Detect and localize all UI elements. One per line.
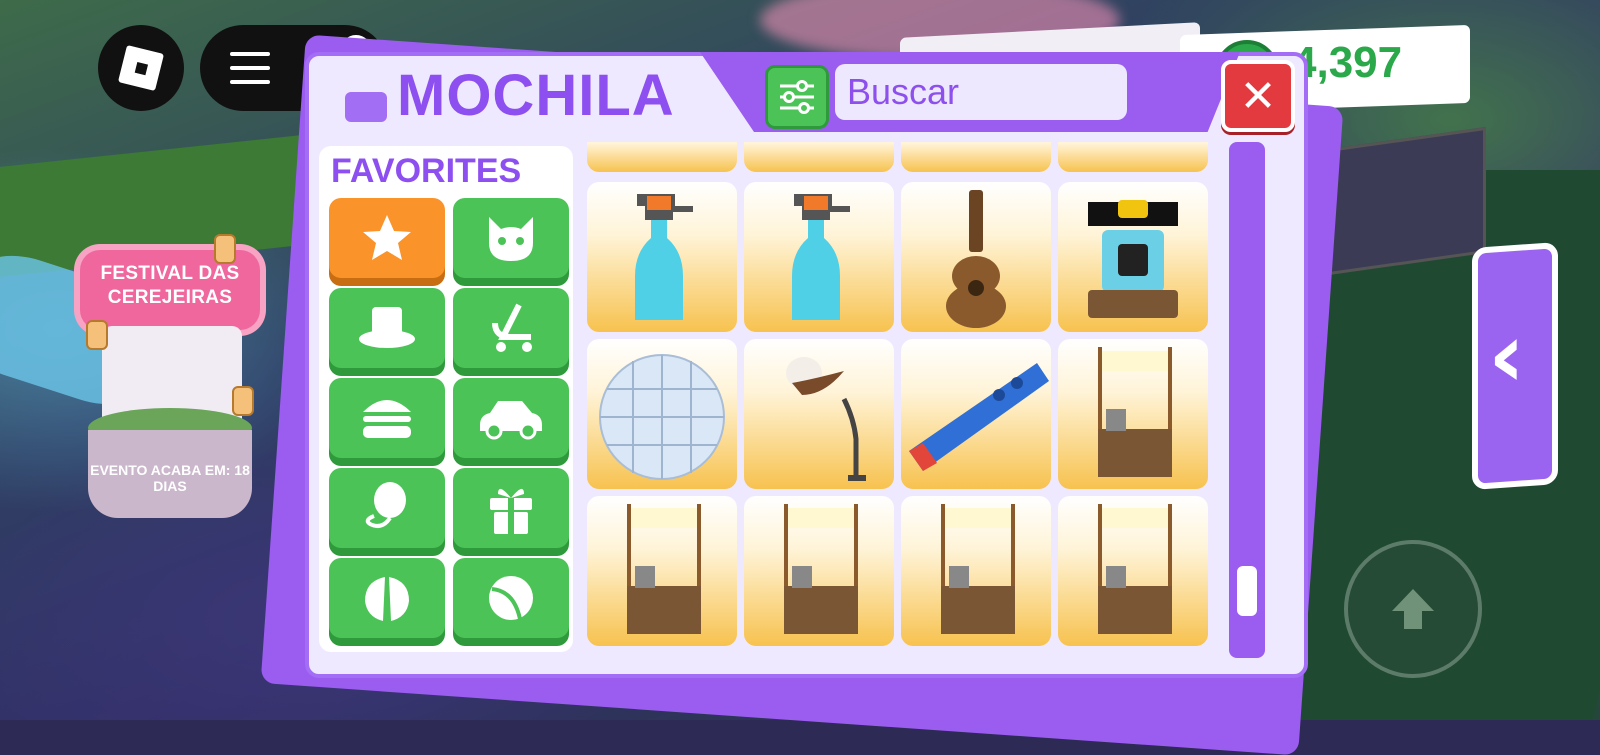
item-slot[interactable] bbox=[1058, 182, 1208, 332]
kazoo-icon bbox=[909, 363, 1049, 471]
stroller-icon bbox=[492, 303, 532, 352]
ball-icon bbox=[489, 576, 533, 620]
gift-icon bbox=[490, 488, 532, 534]
category-transport[interactable] bbox=[329, 558, 445, 638]
item-slot[interactable] bbox=[1058, 496, 1208, 646]
category-toys[interactable] bbox=[329, 468, 445, 548]
category-accessories[interactable] bbox=[329, 288, 445, 368]
lantern-icon bbox=[232, 386, 254, 416]
disco-ball-icon bbox=[599, 354, 725, 480]
favorites-panel: FAVORITES bbox=[319, 146, 573, 652]
event-title: FESTIVAL DAS CEREJEIRAS bbox=[100, 263, 240, 308]
item-slot[interactable] bbox=[1058, 142, 1208, 172]
item-slot[interactable] bbox=[901, 496, 1051, 646]
item-slot[interactable] bbox=[744, 339, 894, 489]
category-vehicles[interactable] bbox=[453, 378, 569, 458]
category-pets[interactable] bbox=[453, 198, 569, 278]
arcade-stand-icon bbox=[1088, 200, 1178, 318]
chevron-left-icon: ‹ bbox=[1488, 302, 1526, 410]
ukulele-icon bbox=[946, 190, 1006, 328]
spray-bottle-icon bbox=[792, 194, 850, 320]
backpack-header: MOCHILA ✕ bbox=[305, 52, 1308, 140]
category-food[interactable] bbox=[329, 378, 445, 458]
lemonade-stand-icon bbox=[627, 504, 701, 634]
scrollbar-thumb[interactable] bbox=[1237, 566, 1257, 616]
backpack-icon bbox=[345, 92, 387, 122]
favorites-title: FAVORITES bbox=[331, 152, 522, 190]
close-button[interactable]: ✕ bbox=[1221, 60, 1295, 132]
search-input[interactable] bbox=[835, 64, 1127, 120]
category-favorites[interactable] bbox=[329, 198, 445, 278]
side-panel-toggle[interactable]: ‹ bbox=[1472, 241, 1558, 491]
roblox-menu-button[interactable] bbox=[98, 25, 184, 111]
lemonade-stand-icon bbox=[941, 504, 1015, 634]
scrollbar[interactable] bbox=[1229, 142, 1265, 658]
star-icon bbox=[363, 215, 411, 260]
item-slot[interactable] bbox=[901, 142, 1051, 172]
event-countdown: EVENTO ACABA EM: 18 DIAS bbox=[90, 462, 250, 494]
lemonade-stand-icon bbox=[1098, 504, 1172, 634]
category-strollers[interactable] bbox=[453, 288, 569, 368]
item-slot[interactable] bbox=[587, 142, 737, 172]
category-gifts[interactable] bbox=[453, 468, 569, 548]
wings-icon bbox=[365, 577, 409, 621]
item-slot[interactable] bbox=[1058, 339, 1208, 489]
lantern-icon bbox=[214, 234, 236, 264]
items-grid bbox=[585, 142, 1215, 656]
item-slot[interactable] bbox=[587, 182, 737, 332]
item-slot[interactable] bbox=[744, 182, 894, 332]
lemonade-stand-icon bbox=[1098, 347, 1172, 477]
item-slot[interactable] bbox=[744, 496, 894, 646]
lantern-icon bbox=[86, 320, 108, 350]
balloon-icon bbox=[365, 482, 406, 528]
eagle-perch-icon bbox=[786, 357, 866, 481]
money-counter: 4,397 bbox=[1292, 38, 1403, 87]
spray-bottle-icon bbox=[635, 194, 693, 320]
jump-button[interactable] bbox=[1344, 540, 1482, 678]
item-slot[interactable] bbox=[744, 142, 894, 172]
burger-icon bbox=[363, 400, 411, 438]
hamburger-menu-icon[interactable] bbox=[230, 52, 270, 84]
item-slot[interactable] bbox=[901, 182, 1051, 332]
filter-button[interactable] bbox=[765, 65, 829, 129]
backpack-title: MOCHILA bbox=[397, 63, 675, 128]
event-sign[interactable]: FESTIVAL DAS CEREJEIRAS EVENTO ACABA EM:… bbox=[64, 230, 274, 520]
item-slot[interactable] bbox=[587, 496, 737, 646]
item-slot[interactable] bbox=[587, 339, 737, 489]
item-slot[interactable] bbox=[901, 339, 1051, 489]
close-icon: ✕ bbox=[1239, 70, 1277, 122]
sliders-icon bbox=[780, 80, 814, 114]
top-hat-icon bbox=[359, 307, 415, 348]
arrow-up-icon bbox=[1392, 589, 1434, 629]
cat-face-icon bbox=[489, 217, 533, 261]
lemonade-stand-icon bbox=[784, 504, 858, 634]
category-sports[interactable] bbox=[453, 558, 569, 638]
roblox-logo-icon bbox=[117, 44, 165, 92]
backpack-panel: MOCHILA ✕ FAVORITES bbox=[305, 52, 1308, 678]
car-icon bbox=[480, 401, 542, 440]
